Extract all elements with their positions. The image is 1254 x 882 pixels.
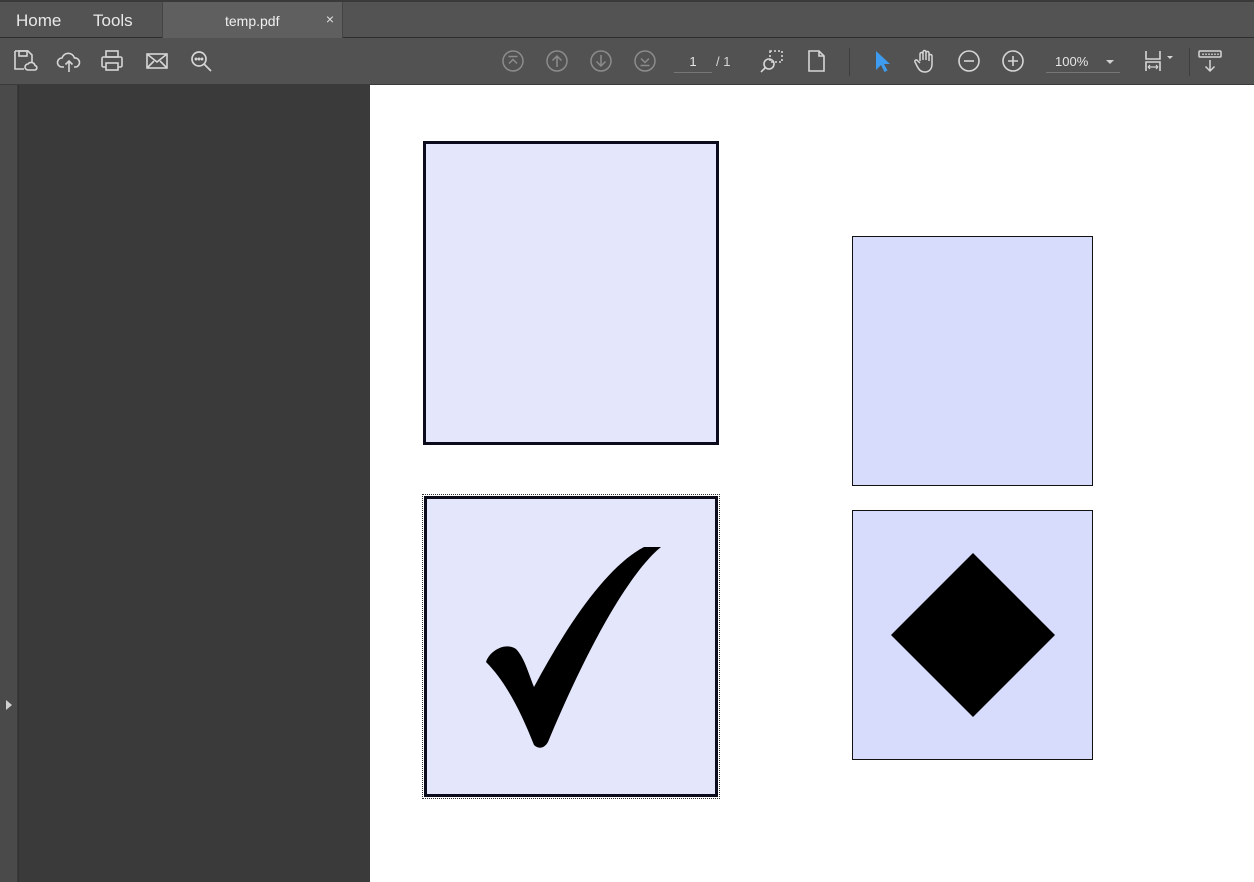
document-tab-label: temp.pdf	[225, 13, 280, 29]
checkbox-unchecked[interactable]	[423, 141, 719, 445]
zoom-in-icon[interactable]	[999, 47, 1027, 75]
page-fit-icon[interactable]	[1141, 47, 1177, 75]
close-tab-icon[interactable]: ×	[326, 12, 334, 26]
tab-bar: Home Tools temp.pdf ×	[0, 0, 1254, 39]
previous-page-icon[interactable]	[543, 47, 571, 75]
last-page-icon[interactable]	[631, 47, 659, 75]
navigation-panel	[19, 85, 370, 882]
radio-box-unselected[interactable]	[852, 236, 1093, 486]
document-page	[370, 85, 1254, 882]
first-page-icon[interactable]	[499, 47, 527, 75]
cloud-upload-icon[interactable]	[55, 47, 83, 75]
checkbox-checked[interactable]	[422, 494, 720, 799]
zoom-out-icon[interactable]	[955, 47, 983, 75]
zoom-level-value: 100%	[1055, 54, 1089, 69]
left-panel-toggle-strip[interactable]	[0, 85, 18, 882]
single-page-icon[interactable]	[802, 47, 830, 75]
select-cursor-icon[interactable]	[867, 47, 895, 75]
zoom-level-select[interactable]: 100%	[1046, 51, 1120, 73]
chevron-down-icon	[1106, 60, 1114, 64]
toolbar-divider	[849, 48, 850, 76]
checkbox-checked-box	[424, 496, 718, 797]
hand-tool-icon[interactable]	[911, 47, 939, 75]
marquee-zoom-icon[interactable]	[758, 47, 786, 75]
page-number-input[interactable]: 1	[674, 51, 712, 73]
save-cloud-icon[interactable]	[11, 47, 39, 75]
toolbar: 1 / 1 100%	[0, 38, 1254, 85]
radio-box-selected[interactable]	[852, 510, 1093, 760]
envelope-icon[interactable]	[143, 47, 171, 75]
tab-tools[interactable]: Tools	[93, 11, 133, 31]
tab-document[interactable]: temp.pdf ×	[162, 2, 343, 39]
check-mark-icon	[486, 546, 661, 748]
toolbar-divider	[1189, 48, 1190, 76]
read-mode-icon[interactable]	[1196, 47, 1224, 75]
expand-panel-icon[interactable]	[6, 700, 12, 710]
printer-icon[interactable]	[98, 47, 126, 75]
tab-home[interactable]: Home	[16, 11, 61, 31]
diamond-icon	[890, 553, 1055, 717]
page-total: / 1	[716, 54, 731, 69]
next-page-icon[interactable]	[587, 47, 615, 75]
magnifier-search-icon[interactable]	[187, 47, 215, 75]
